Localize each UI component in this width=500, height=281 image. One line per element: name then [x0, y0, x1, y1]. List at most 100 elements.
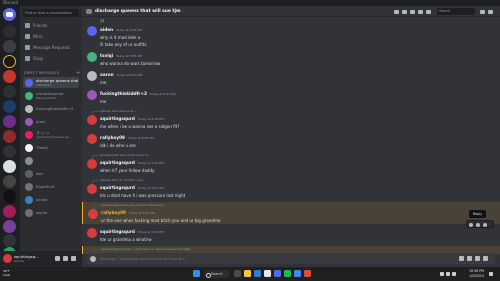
wifi-icon[interactable]: [440, 271, 444, 276]
taskbar-search[interactable]: Search: [204, 270, 230, 278]
help-icon[interactable]: [488, 9, 493, 14]
server-icon[interactable]: [3, 100, 16, 113]
message-line[interactable]: idk i do who u are: [82, 142, 500, 149]
nav-friends[interactable]: Friends: [23, 21, 79, 30]
app-icon[interactable]: [284, 270, 291, 277]
discord-taskbar-icon[interactable]: [274, 270, 281, 277]
nav-shop[interactable]: Shop: [23, 54, 79, 63]
message-line[interactable]: when it7 your fellow daddy: [82, 167, 500, 174]
message-header[interactable]: aiden Today at 8:54 PM: [82, 25, 500, 36]
message-header[interactable]: rallyboy09 Today at 8:59 PM: [82, 133, 500, 144]
server-icon[interactable]: [3, 220, 16, 233]
server-icon[interactable]: [3, 130, 16, 143]
server-icon[interactable]: [3, 205, 16, 218]
dm-item[interactable]: ラ.ッ.ッ i just know thi arrow wi...: [23, 129, 79, 140]
header-search[interactable]: Search: [437, 8, 475, 15]
server-icon[interactable]: [3, 55, 16, 68]
add-server-icon[interactable]: [3, 234, 16, 247]
message-line[interactable]: ill take any of ur outfits: [82, 41, 500, 48]
dm-item[interactable]: TheAli: [23, 142, 79, 153]
message-header[interactable]: aaron Today at 8:56 PM: [82, 70, 500, 81]
message-list[interactable]: ?? aiden Today at 8:54 PM why is it mad ide…: [82, 17, 500, 254]
dm-item[interactable]: discharge queens that will ... 4 Members: [23, 77, 79, 88]
create-dm-icon[interactable]: +: [76, 70, 80, 76]
add-member-icon[interactable]: [418, 9, 423, 14]
author-name[interactable]: rallyboy09 Today at 8:59 PM: [100, 135, 154, 140]
microphone-icon[interactable]: [55, 256, 60, 261]
settings-gear-icon[interactable]: [71, 256, 76, 261]
chrome-icon[interactable]: [294, 270, 301, 277]
message-header[interactable]: tsviqi Today at 8:55 PM: [82, 51, 500, 62]
battery-icon[interactable]: [452, 271, 456, 276]
server-icon[interactable]: [3, 25, 16, 38]
author-name[interactable]: aaron Today at 8:56 PM: [100, 72, 142, 77]
members-icon[interactable]: [426, 9, 431, 14]
edge-icon[interactable]: [254, 270, 261, 277]
author-name[interactable]: tsviqi Today at 8:55 PM: [100, 53, 142, 58]
author-name[interactable]: aiden Today at 8:54 PM: [100, 27, 142, 32]
inbox-icon[interactable]: [480, 9, 485, 14]
message-header[interactable]: squirtingsqurd Today at 9:01 PM: [82, 183, 500, 194]
dm-item[interactable]: skyde: [23, 207, 79, 218]
gif-icon[interactable]: [467, 256, 472, 261]
add-reaction-icon[interactable]: [469, 222, 473, 227]
author-name[interactable]: squirtingsqurd Today at 9:00 PM: [100, 160, 164, 165]
server-icon[interactable]: [3, 115, 16, 128]
message-header[interactable]: squirtingsqurd Today at 9:00 PM: [82, 158, 500, 169]
start-icon[interactable]: [193, 270, 200, 277]
nav-message-requests[interactable]: Message Requests: [23, 43, 79, 52]
weather-widget[interactable]: 46°F Clear: [3, 269, 15, 278]
message-header[interactable]: squirtingsqurd Today at 9:03 PM: [82, 227, 500, 238]
author-name[interactable]: squirtingsqurd Today at 9:03 PM: [100, 229, 164, 234]
more-icon[interactable]: [483, 222, 487, 227]
message-line[interactable]: ??: [82, 18, 500, 25]
pin-icon[interactable]: [410, 9, 415, 14]
server-icon[interactable]: [3, 160, 16, 173]
server-icon[interactable]: [3, 190, 16, 203]
headphones-icon[interactable]: [63, 256, 68, 261]
conversation-search[interactable]: Find or start a conversation: [23, 9, 79, 17]
task-view-icon[interactable]: [234, 270, 241, 277]
sticker-icon[interactable]: [475, 256, 480, 261]
server-icon[interactable]: [3, 145, 16, 158]
notifications-icon[interactable]: [489, 271, 493, 276]
dm-item[interactable]: pixel: [23, 116, 79, 127]
dm-item[interactable]: ocean: [23, 194, 79, 205]
message-header[interactable]: squirtingsqurd Today at 8:58 PM: [82, 114, 500, 125]
video-call-icon[interactable]: [402, 9, 407, 14]
author-name[interactable]: fuckingthiskiddfr<3 Today at 8:57 PM: [100, 91, 176, 96]
message-line[interactable]: why is it mad idek a: [82, 34, 500, 41]
message-input[interactable]: [100, 253, 440, 264]
message-line[interactable]: me when i be a wanna see a sidgen fit?: [82, 123, 500, 130]
message-header[interactable]: rallyboy09 Today at 9:02 PM: [82, 208, 500, 219]
store-icon[interactable]: [264, 270, 271, 277]
server-icon[interactable]: [3, 70, 16, 83]
dm-item[interactable]: chinotheswine Playing Roblox: [23, 90, 79, 101]
nav-nitro[interactable]: Nitro: [23, 32, 79, 41]
dm-item[interactable]: Bloodfruit: [23, 181, 79, 192]
server-icon[interactable]: [3, 85, 16, 98]
message-line[interactable]: who wanna do wars tomorrow: [82, 60, 500, 67]
server-icon[interactable]: [3, 175, 16, 188]
reply-icon[interactable]: [476, 222, 480, 227]
roblox-icon[interactable]: [304, 270, 311, 277]
message-line[interactable]: me: [82, 98, 500, 105]
file-explorer-icon[interactable]: [244, 270, 251, 277]
message-line[interactable]: ur the one whos fucking mad bitch you an…: [82, 217, 500, 224]
home-button[interactable]: [3, 8, 16, 21]
clock[interactable]: 10:56 PM 4/3/2024: [462, 269, 484, 278]
dm-item[interactable]: [23, 155, 79, 166]
dm-item[interactable]: dex: [23, 168, 79, 179]
dm-item[interactable]: fuckingthiskiddfr<3: [23, 103, 79, 114]
author-name[interactable]: squirtingsqurd Today at 8:58 PM: [100, 116, 164, 121]
message-header[interactable]: fuckingthiskiddfr<3 Today at 8:57 PM: [82, 89, 500, 100]
author-name[interactable]: rallyboy09 Today at 9:02 PM: [101, 210, 155, 215]
message-line[interactable]: me: [82, 79, 500, 86]
message-line[interactable]: Ide ur grandma a whatnw: [82, 236, 500, 243]
upload-plus-icon[interactable]: [90, 255, 96, 262]
author-name[interactable]: squirtingsqurd Today at 9:01 PM: [100, 185, 164, 190]
gift-icon[interactable]: [459, 256, 464, 261]
avatar[interactable]: [3, 254, 12, 263]
emoji-icon[interactable]: [483, 256, 488, 261]
message-line[interactable]: Idc u dont have it i was pressure last n…: [82, 192, 500, 199]
